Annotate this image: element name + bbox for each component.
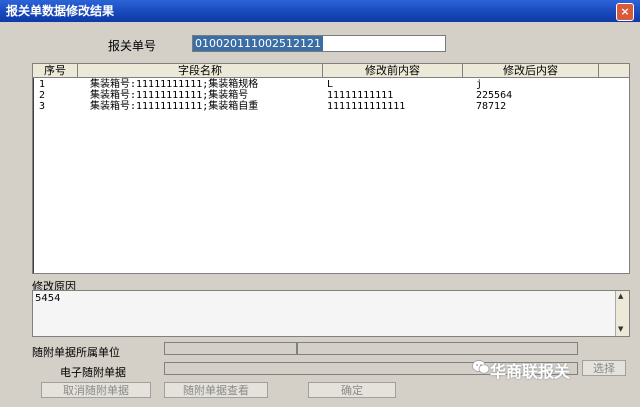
cancel-attachment-button[interactable]: 取消随附单据: [41, 382, 151, 398]
cell-index: 2: [39, 90, 46, 101]
select-button[interactable]: 选择: [582, 360, 626, 376]
scroll-up-icon[interactable]: ▲: [618, 292, 623, 300]
cell-before: 11111111111: [327, 90, 394, 101]
cell-index: 3: [39, 101, 46, 112]
cell-before: L: [327, 79, 334, 90]
reason-value: 5454: [35, 293, 61, 304]
cell-after: 78712: [476, 101, 507, 112]
cell-field: 集装箱号:11111111111;集装箱规格: [90, 79, 259, 90]
edoc-label: 电子随附单据: [60, 366, 126, 379]
attach-unit-label: 随附单据所属单位: [32, 346, 120, 359]
cell-after: j: [476, 79, 483, 90]
col-header-before[interactable]: 修改前内容: [323, 64, 463, 78]
attach-unit-code-field[interactable]: [164, 342, 297, 355]
bill-number-field[interactable]: 010020111002512121: [192, 35, 446, 52]
title-bar: 报关单数据修改结果 ×: [0, 0, 640, 22]
window-title: 报关单数据修改结果: [6, 4, 115, 18]
table-row[interactable]: 3 集装箱号:11111111111;集装箱自重 1111111111111 7…: [33, 101, 629, 112]
confirm-button[interactable]: 确定: [308, 382, 396, 398]
cell-field: 集装箱号:11111111111;集装箱自重: [90, 101, 259, 112]
col-header-after[interactable]: 修改后内容: [463, 64, 599, 78]
bill-number-label: 报关单号: [108, 39, 157, 53]
reason-textarea[interactable]: 5454 ▲ ▼: [32, 290, 630, 337]
col-header-field[interactable]: 字段名称: [78, 64, 323, 78]
col-header-filler: [599, 64, 629, 78]
wechat-icon: [472, 360, 490, 374]
table-row[interactable]: 1 集装箱号:11111111111;集装箱规格 L j: [33, 79, 629, 90]
change-list[interactable]: 序号 字段名称 修改前内容 修改后内容 1 集装箱号:11111111111;集…: [32, 63, 630, 274]
list-header: 序号 字段名称 修改前内容 修改后内容: [33, 64, 629, 79]
table-row[interactable]: 2 集装箱号:11111111111;集装箱号 11111111111 2255…: [33, 90, 629, 101]
bill-number-value: 010020111002512121: [193, 36, 323, 51]
reason-scrollbar[interactable]: ▲ ▼: [615, 291, 629, 336]
watermark-text: 华商联报关: [490, 362, 571, 381]
close-button[interactable]: ×: [616, 3, 634, 21]
cell-field: 集装箱号:11111111111;集装箱号: [90, 90, 249, 101]
attach-unit-name-field[interactable]: [297, 342, 578, 355]
view-attachment-button[interactable]: 随附单据查看: [164, 382, 268, 398]
cell-index: 1: [39, 79, 46, 90]
col-header-index[interactable]: 序号: [33, 64, 78, 78]
cell-after: 225564: [476, 90, 513, 101]
scroll-down-icon[interactable]: ▼: [618, 325, 623, 333]
cell-before: 1111111111111: [327, 101, 406, 112]
